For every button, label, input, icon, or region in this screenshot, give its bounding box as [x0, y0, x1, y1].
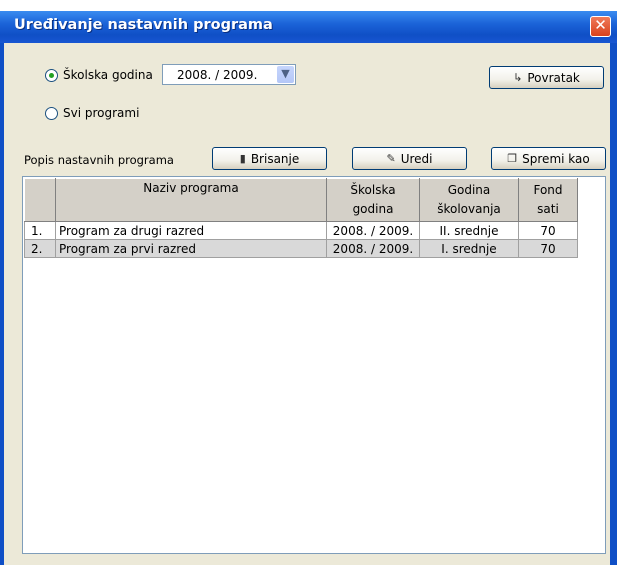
radio-all-row[interactable]: Svi programi — [45, 106, 139, 120]
table-row[interactable]: 1. Program za drugi razred 2008. / 2009.… — [24, 221, 578, 240]
header-school-year-line2: godina — [352, 202, 394, 216]
close-icon: ✕ — [594, 16, 607, 34]
row-name: Program za drugi razred — [55, 221, 327, 240]
header-index[interactable] — [24, 178, 56, 222]
row-hours: 70 — [518, 221, 578, 240]
row-index: 1. — [24, 221, 56, 240]
programs-list-label: Popis nastavnih programa — [24, 153, 174, 167]
header-name[interactable]: Naziv programa — [55, 178, 327, 222]
close-button[interactable]: ✕ — [590, 16, 611, 37]
header-hours-line1: Fond — [533, 183, 563, 197]
radio-all-programs[interactable] — [45, 106, 58, 120]
back-button-label: Povratak — [527, 70, 580, 85]
header-hours[interactable]: Fond sati — [518, 178, 578, 222]
copy-icon: ❐ — [507, 152, 518, 165]
row-grade: II. srednje — [419, 221, 519, 240]
save-as-button-label: Spremi kao — [522, 151, 590, 166]
header-hours-line2: sati — [537, 202, 559, 216]
header-school-year[interactable]: Školska godina — [326, 178, 420, 222]
header-name-text: Naziv programa — [143, 181, 239, 195]
programs-table-container[interactable]: Naziv programa Školska godina Godina školo… — [22, 176, 606, 554]
edit-button[interactable]: ✎ Uredi — [352, 147, 467, 170]
school-year-select[interactable]: 2008. / 2009. ▼ — [162, 64, 296, 85]
edit-button-label: Uredi — [400, 151, 433, 166]
radio-school-year[interactable] — [45, 68, 58, 82]
header-grade-line1: Godina — [447, 183, 491, 197]
chevron-down-icon: ▼ — [281, 67, 290, 80]
radio-all-label: Svi programi — [63, 106, 140, 120]
row-index: 2. — [24, 239, 56, 258]
header-grade-line2: školovanja — [437, 202, 501, 216]
return-arrow-icon: ↳ — [513, 71, 523, 84]
window-title: Uređivanje nastavnih programa — [14, 17, 273, 33]
title-bar[interactable]: Uređivanje nastavnih programa ✕ — [0, 11, 617, 43]
row-year: 2008. / 2009. — [326, 221, 420, 240]
edit-pencil-icon: ✎ — [386, 152, 396, 165]
table-header-row: Naziv programa Školska godina Godina školo… — [24, 178, 578, 222]
row-grade: I. srednje — [419, 239, 519, 258]
trash-icon: ▮ — [239, 152, 246, 165]
header-school-year-line1: Školska — [350, 183, 396, 197]
radio-school-year-row[interactable]: Školska godina — [45, 68, 153, 82]
row-hours: 70 — [518, 239, 578, 258]
back-button[interactable]: ↳ Povratak — [489, 66, 604, 89]
row-name: Program za prvi razred — [55, 239, 327, 258]
school-year-value: 2008. / 2009. — [177, 68, 258, 82]
row-year: 2008. / 2009. — [326, 239, 420, 258]
delete-button-label: Brisanje — [250, 151, 300, 166]
dialog-window: Uređivanje nastavnih programa ✕ Školska … — [0, 0, 617, 565]
table-row[interactable]: 2. Program za prvi razred 2008. / 2009. … — [24, 239, 578, 258]
radio-school-year-label: Školska godina — [63, 68, 153, 82]
programs-table: Naziv programa Školska godina Godina školo… — [24, 178, 578, 258]
delete-button[interactable]: ▮ Brisanje — [212, 147, 327, 170]
save-as-button[interactable]: ❐ Spremi kao — [491, 147, 606, 170]
header-grade[interactable]: Godina školovanja — [419, 178, 519, 222]
select-dropdown-button[interactable]: ▼ — [277, 66, 294, 83]
